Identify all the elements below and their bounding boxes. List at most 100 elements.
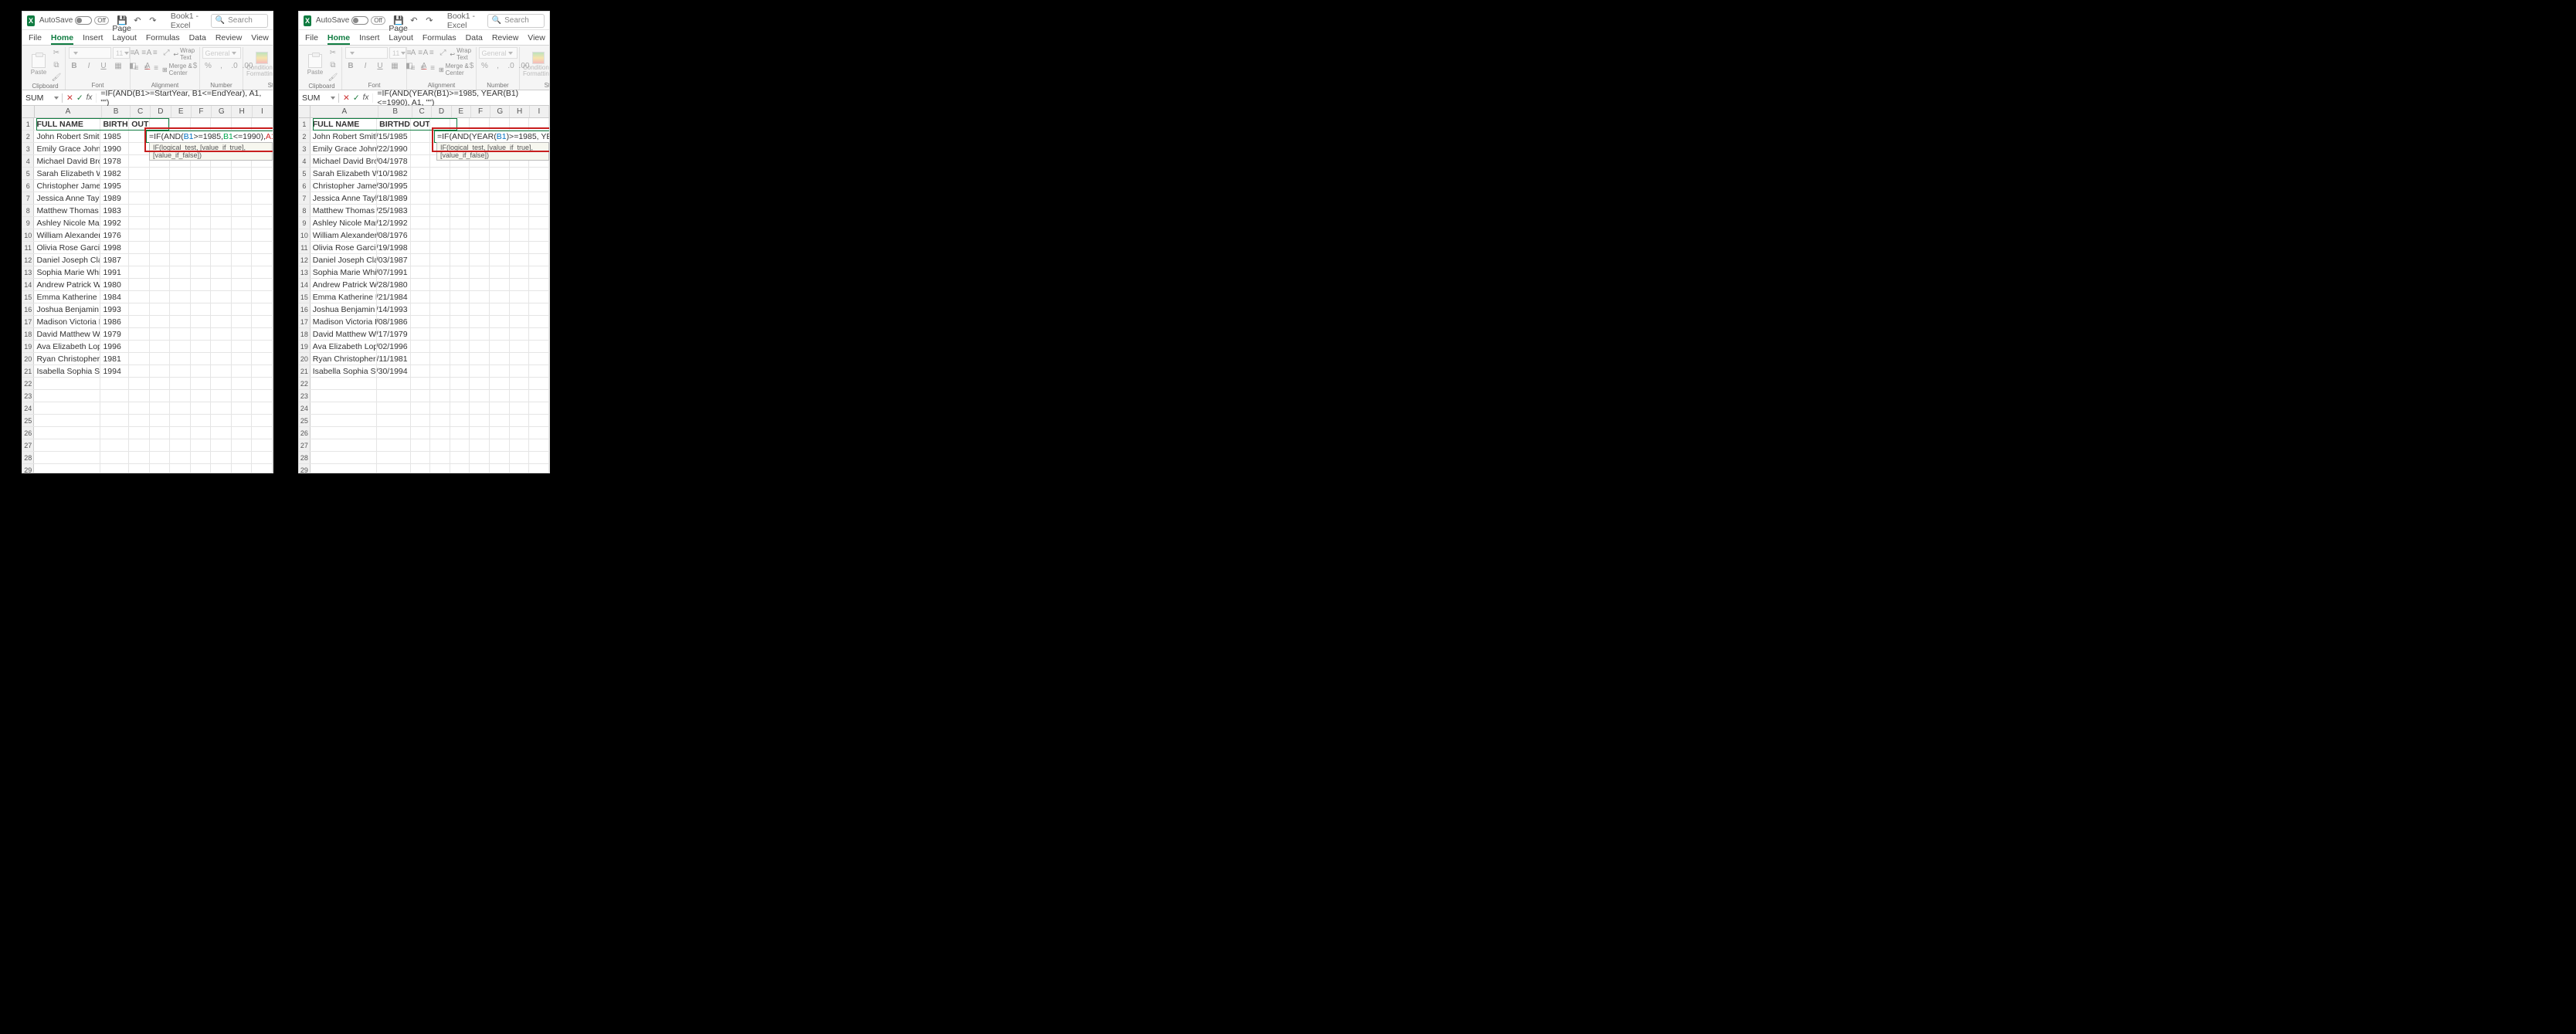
cell[interactable]: 09/10/1982 xyxy=(377,168,410,179)
cell[interactable]: 05/30/1995 xyxy=(377,180,410,192)
cell[interactable] xyxy=(529,291,549,303)
cell[interactable] xyxy=(510,402,530,414)
tab-data[interactable]: Data xyxy=(466,33,483,45)
cell[interactable] xyxy=(150,242,171,253)
autosave-toggle[interactable]: AutoSave Off xyxy=(316,16,385,25)
cell[interactable] xyxy=(450,378,470,389)
cell[interactable] xyxy=(170,303,191,315)
comma-icon[interactable]: , xyxy=(216,60,227,71)
cell[interactable]: 1985 xyxy=(100,131,129,142)
cell[interactable] xyxy=(252,205,273,216)
cell[interactable] xyxy=(129,143,150,154)
cell[interactable] xyxy=(252,427,273,439)
cell[interactable] xyxy=(170,118,191,130)
cell[interactable]: 04/19/1998 xyxy=(377,242,410,253)
cell[interactable] xyxy=(411,439,431,451)
cell[interactable] xyxy=(191,415,212,426)
cell[interactable] xyxy=(529,328,549,340)
inc-decimal-icon[interactable]: .0 xyxy=(229,60,240,71)
row-header[interactable]: 21 xyxy=(299,365,311,377)
col-C[interactable]: C xyxy=(131,106,151,117)
tab-file[interactable]: File xyxy=(29,33,42,45)
cell[interactable] xyxy=(34,378,100,389)
row-header[interactable]: 18 xyxy=(22,328,34,340)
cell[interactable] xyxy=(252,168,273,179)
redo-icon[interactable]: ↷ xyxy=(424,15,435,26)
cell[interactable] xyxy=(211,328,232,340)
cell[interactable] xyxy=(252,180,273,192)
cell[interactable] xyxy=(470,328,490,340)
cell[interactable] xyxy=(490,229,510,241)
cell[interactable] xyxy=(170,180,191,192)
cell[interactable]: Daniel Joseph Clark xyxy=(311,254,377,266)
cell[interactable] xyxy=(232,205,253,216)
cell[interactable] xyxy=(129,242,150,253)
cell[interactable] xyxy=(430,365,450,377)
cell[interactable] xyxy=(34,464,100,473)
cell[interactable]: 06/08/1986 xyxy=(377,316,410,327)
col-D[interactable]: D xyxy=(151,106,171,117)
cell[interactable] xyxy=(34,452,100,463)
row-header[interactable]: 7 xyxy=(299,192,311,204)
bold-icon[interactable]: B xyxy=(69,60,80,71)
redo-icon[interactable]: ↷ xyxy=(148,15,158,26)
col-F[interactable]: F xyxy=(471,106,490,117)
cell[interactable]: Emma Katherine Rodriguez xyxy=(311,291,377,303)
cell[interactable] xyxy=(252,279,273,290)
cell[interactable] xyxy=(129,365,150,377)
cell[interactable]: Ryan Christopher Moore xyxy=(34,353,100,364)
col-F[interactable]: F xyxy=(192,106,212,117)
align-center-icon[interactable]: ≡ xyxy=(142,63,150,73)
cell[interactable]: 08/28/1980 xyxy=(377,279,410,290)
col-E[interactable]: E xyxy=(452,106,471,117)
cell[interactable] xyxy=(430,229,450,241)
cell[interactable]: Olivia Rose Garcia xyxy=(311,242,377,253)
cell[interactable] xyxy=(34,402,100,414)
cell[interactable] xyxy=(170,291,191,303)
cell[interactable]: Jessica Anne Taylor xyxy=(34,192,100,204)
cell[interactable] xyxy=(411,303,431,315)
search-input[interactable]: 🔍 Search xyxy=(487,14,545,28)
row-header[interactable]: 9 xyxy=(299,217,311,229)
cell[interactable] xyxy=(430,242,450,253)
col-G[interactable]: G xyxy=(212,106,232,117)
cell[interactable]: Matthew Thomas Anderson xyxy=(34,205,100,216)
cell[interactable] xyxy=(490,254,510,266)
cell[interactable] xyxy=(430,464,450,473)
cell[interactable] xyxy=(252,353,273,364)
enter-icon[interactable]: ✓ xyxy=(353,93,360,103)
cell[interactable] xyxy=(129,464,150,473)
col-H[interactable]: H xyxy=(232,106,252,117)
cell[interactable] xyxy=(450,427,470,439)
cell[interactable] xyxy=(430,192,450,204)
paste-button[interactable]: Paste xyxy=(305,54,325,76)
row-header[interactable]: 5 xyxy=(299,168,311,179)
cell[interactable] xyxy=(450,229,470,241)
search-input[interactable]: 🔍 Search xyxy=(211,14,268,28)
cell[interactable]: Olivia Rose Garcia xyxy=(34,242,100,253)
cell-edit-c2[interactable]: =IF(AND(YEAR(B1)>=1985, YEAR(B1)<=1990),… xyxy=(434,131,549,143)
tab-insert[interactable]: Insert xyxy=(359,33,379,45)
cell[interactable] xyxy=(510,378,530,389)
cell[interactable]: Christopher James Davis xyxy=(311,180,377,192)
cell[interactable] xyxy=(211,168,232,179)
cell[interactable] xyxy=(450,168,470,179)
cell[interactable] xyxy=(529,378,549,389)
cell[interactable] xyxy=(150,316,171,327)
align-left-icon[interactable]: ≡ xyxy=(133,63,141,73)
cell[interactable] xyxy=(450,464,470,473)
cell[interactable]: 1991 xyxy=(100,266,129,278)
cell[interactable] xyxy=(529,402,549,414)
cell[interactable] xyxy=(411,415,431,426)
conditional-formatting-button[interactable]: Conditional Formatting xyxy=(523,52,549,77)
row-header[interactable]: 26 xyxy=(22,427,34,439)
currency-icon[interactable]: $ xyxy=(467,60,477,71)
row-header[interactable]: 8 xyxy=(299,205,311,216)
cell[interactable] xyxy=(170,192,191,204)
cell[interactable] xyxy=(470,180,490,192)
cell[interactable] xyxy=(191,341,212,352)
fx-icon[interactable]: fx xyxy=(363,93,369,103)
currency-icon[interactable]: $ xyxy=(190,60,201,71)
cell[interactable] xyxy=(150,402,171,414)
row-header[interactable]: 6 xyxy=(22,180,34,192)
